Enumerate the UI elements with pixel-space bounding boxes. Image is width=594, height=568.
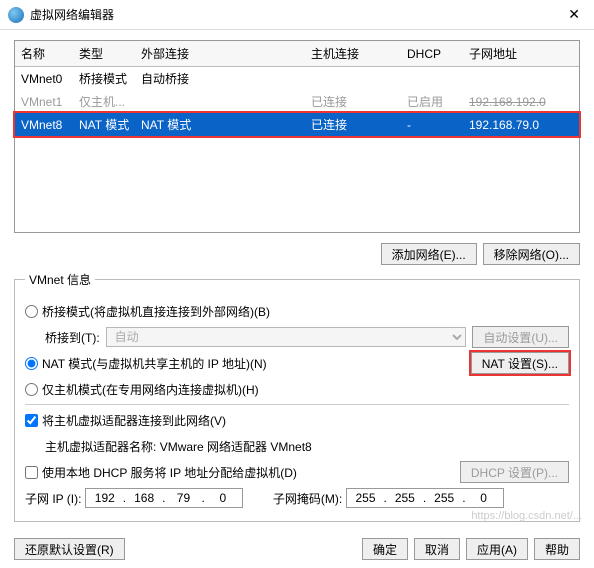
subnet-mask-input[interactable]: ... (346, 488, 504, 508)
bridge-radio[interactable]: 桥接模式(将虚拟机直接连接到外部网络)(B) (25, 303, 270, 320)
app-icon (8, 7, 24, 23)
subnet-ip-input[interactable]: ... (85, 488, 243, 508)
col-header[interactable]: 子网地址 (463, 41, 579, 67)
bridge-to-label: 桥接到(T): (45, 329, 100, 346)
network-table: 名称类型外部连接主机连接DHCP子网地址 VMnet0桥接模式自动桥接VMnet… (14, 40, 580, 233)
ip-octet[interactable] (88, 489, 122, 507)
window-title: 虚拟网络编辑器 (30, 6, 562, 23)
close-icon[interactable]: ✕ (562, 4, 586, 25)
apply-button[interactable]: 应用(A) (466, 538, 528, 560)
subnet-mask-label: 子网掩码(M): (273, 490, 342, 507)
col-header[interactable]: 类型 (73, 41, 135, 67)
ip-octet[interactable] (467, 489, 501, 507)
host-connect-check[interactable]: 将主机虚拟适配器连接到此网络(V) (25, 412, 226, 429)
help-button[interactable]: 帮助 (534, 538, 580, 560)
titlebar: 虚拟网络编辑器 ✕ (0, 0, 594, 30)
col-header[interactable]: 主机连接 (305, 41, 401, 67)
add-network-button[interactable]: 添加网络(E)... (381, 243, 477, 265)
bridge-to-select[interactable]: 自动 (106, 327, 467, 347)
table-row[interactable]: VMnet0桥接模式自动桥接 (15, 67, 579, 91)
col-header[interactable]: 外部连接 (135, 41, 305, 67)
ip-octet[interactable] (127, 489, 161, 507)
ip-octet[interactable] (166, 489, 200, 507)
adapter-name-value: VMware 网络适配器 VMnet8 (160, 438, 312, 455)
nat-radio[interactable]: NAT 模式(与虚拟机共享主机的 IP 地址)(N) (25, 355, 267, 372)
cancel-button[interactable]: 取消 (414, 538, 460, 560)
ok-button[interactable]: 确定 (362, 538, 408, 560)
vmnet-info-legend: VMnet 信息 (25, 271, 95, 288)
vmnet-info-group: VMnet 信息 桥接模式(将虚拟机直接连接到外部网络)(B) 桥接到(T): … (14, 271, 580, 522)
col-header[interactable]: DHCP (401, 41, 463, 67)
col-header[interactable]: 名称 (15, 41, 73, 67)
nat-settings-button[interactable]: NAT 设置(S)... (471, 352, 569, 374)
table-row[interactable]: VMnet8NAT 模式NAT 模式已连接-192.168.79.0 (15, 113, 579, 136)
ip-octet[interactable] (349, 489, 383, 507)
ip-octet[interactable] (388, 489, 422, 507)
restore-defaults-button[interactable]: 还原默认设置(R) (14, 538, 125, 560)
remove-network-button[interactable]: 移除网络(O)... (483, 243, 580, 265)
subnet-ip-label: 子网 IP (I): (25, 490, 81, 507)
adapter-name-label: 主机虚拟适配器名称: (45, 438, 156, 455)
ip-octet[interactable] (427, 489, 461, 507)
table-row[interactable]: VMnet1仅主机...已连接已启用192.168.192.0 (15, 90, 579, 113)
ip-octet[interactable] (206, 489, 240, 507)
dhcp-settings-button[interactable]: DHCP 设置(P)... (460, 461, 569, 483)
hostonly-radio[interactable]: 仅主机模式(在专用网络内连接虚拟机)(H) (25, 381, 259, 398)
auto-settings-button[interactable]: 自动设置(U)... (472, 326, 569, 348)
dhcp-check[interactable]: 使用本地 DHCP 服务将 IP 地址分配给虚拟机(D) (25, 464, 297, 481)
